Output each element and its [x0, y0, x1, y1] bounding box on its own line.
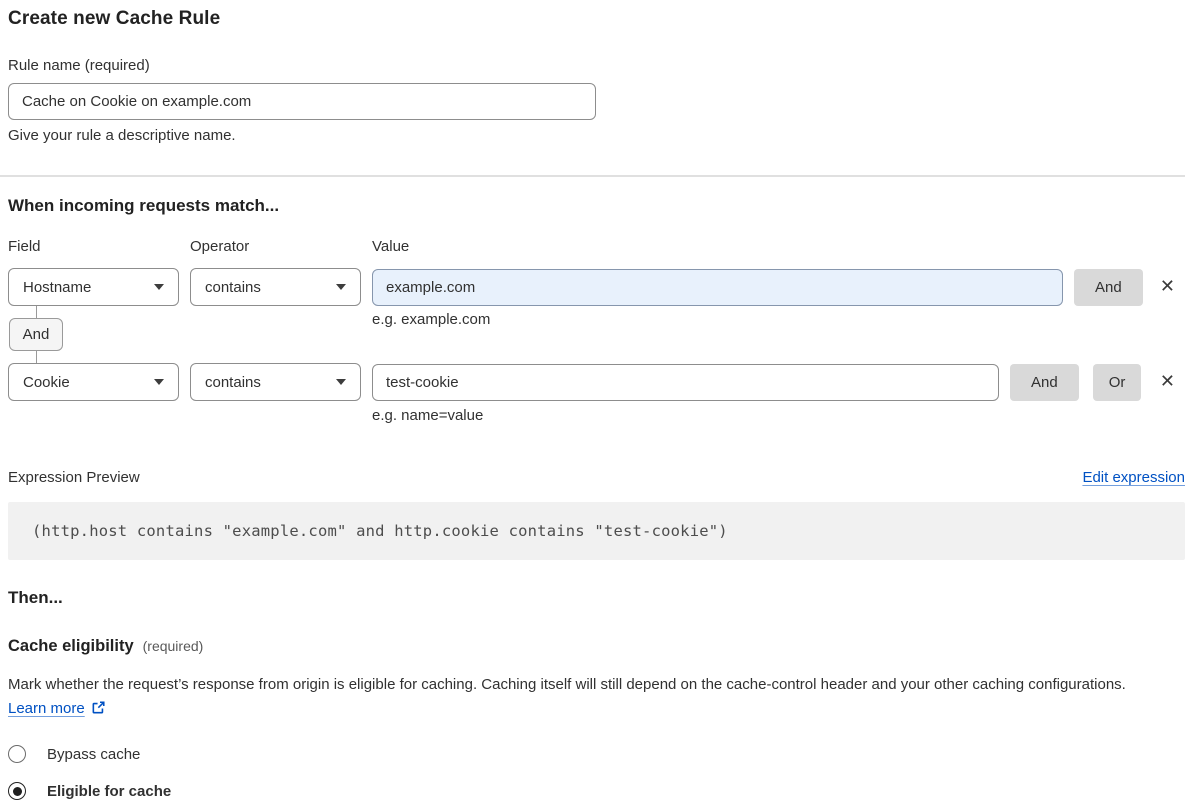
radio-option-bypass-cache[interactable]: Bypass cache [8, 745, 1185, 763]
external-link-icon [91, 700, 106, 715]
cache-eligibility-description: Mark whether the request’s response from… [8, 673, 1168, 721]
chevron-down-icon [154, 379, 164, 385]
value-input-1[interactable] [372, 269, 1063, 306]
expression-preview-header: Expression Preview Edit expression [8, 469, 1185, 486]
radio-unselected-icon[interactable] [8, 745, 26, 763]
operator-select-1[interactable]: contains [190, 268, 361, 306]
operator-select-2-value: contains [205, 374, 261, 391]
required-note: (required) [143, 638, 204, 654]
chevron-down-icon [154, 284, 164, 290]
value-hint-1: e.g. example.com [372, 311, 490, 328]
cache-eligibility-title: Cache eligibility [8, 637, 134, 656]
remove-condition-button-2[interactable]: ✕ [1156, 371, 1179, 393]
cache-eligibility-header: Cache eligibility (required) [8, 637, 1185, 656]
field-select-2-value: Cookie [23, 374, 70, 391]
chevron-down-icon [336, 379, 346, 385]
learn-more-link[interactable]: Learn more [8, 700, 85, 717]
page-title: Create new Cache Rule [8, 8, 1185, 30]
field-select-1-value: Hostname [23, 279, 91, 296]
field-column-label: Field [8, 238, 190, 255]
edit-expression-link[interactable]: Edit expression [1082, 469, 1185, 486]
operator-column-label: Operator [190, 238, 372, 255]
rule-name-helper: Give your rule a descriptive name. [8, 127, 1185, 144]
operator-select-2[interactable]: contains [190, 363, 361, 401]
rule-name-label: Rule name (required) [8, 57, 1185, 74]
add-and-condition-button-1[interactable]: And [1074, 269, 1143, 306]
field-select-2[interactable]: Cookie [8, 363, 179, 401]
radio-option-eligible-for-cache[interactable]: Eligible for cache [8, 782, 1185, 800]
condition-column-labels: Field Operator Value [8, 238, 1185, 255]
condition-row-1: Hostname contains And ✕ [8, 268, 1185, 306]
and-connector-badge[interactable]: And [9, 318, 63, 351]
expression-code: (http.host contains "example.com" and ht… [32, 522, 728, 540]
connector-band: e.g. example.com And [8, 306, 1185, 363]
close-icon: ✕ [1160, 371, 1175, 392]
connector-line [36, 306, 37, 318]
remove-condition-button-1[interactable]: ✕ [1156, 276, 1179, 298]
radio-selected-icon[interactable] [8, 782, 26, 800]
then-heading: Then... [8, 588, 1185, 608]
value-hint-2: e.g. name=value [372, 407, 1185, 424]
value-input-2[interactable] [372, 364, 999, 401]
condition-row-2: Cookie contains And Or ✕ [8, 363, 1185, 401]
add-or-condition-button-2[interactable]: Or [1093, 364, 1142, 401]
radio-label-bypass-cache: Bypass cache [47, 746, 140, 763]
expression-code-block: (http.host contains "example.com" and ht… [8, 502, 1185, 560]
add-and-condition-button-2[interactable]: And [1010, 364, 1079, 401]
radio-label-eligible-for-cache: Eligible for cache [47, 783, 171, 800]
description-text: Mark whether the request’s response from… [8, 676, 1126, 693]
chevron-down-icon [336, 284, 346, 290]
operator-select-1-value: contains [205, 279, 261, 296]
match-heading: When incoming requests match... [8, 196, 1185, 216]
create-cache-rule-form: Create new Cache Rule Rule name (require… [0, 0, 1200, 800]
field-select-1[interactable]: Hostname [8, 268, 179, 306]
close-icon: ✕ [1160, 276, 1175, 297]
expression-preview-label: Expression Preview [8, 469, 140, 486]
radio-dot [13, 787, 22, 796]
section-divider [0, 175, 1185, 177]
rule-name-input[interactable] [8, 83, 596, 120]
connector-line [36, 351, 37, 363]
value-column-label: Value [372, 238, 409, 255]
